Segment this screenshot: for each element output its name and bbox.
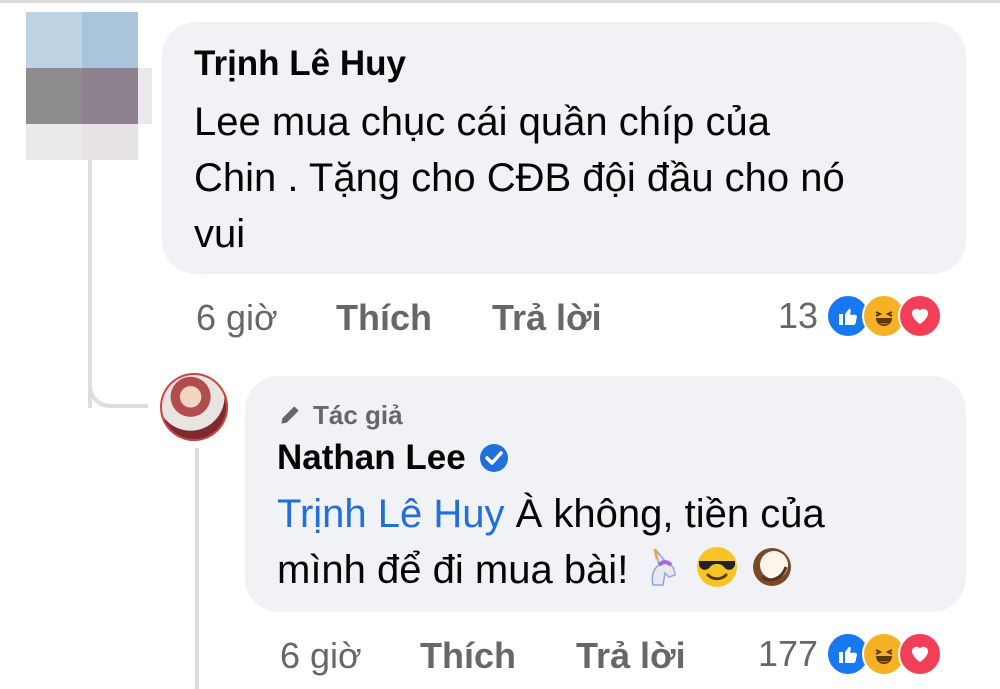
coconut-emoji bbox=[752, 548, 791, 586]
comment-text-segment: mình để đi mua bài! bbox=[277, 548, 629, 592]
comment-text-segment: À không, tiền của bbox=[504, 492, 825, 536]
reaction-summary[interactable]: 177 bbox=[758, 632, 943, 676]
author-badge: Tác giả bbox=[277, 398, 934, 432]
pen-icon bbox=[281, 406, 299, 424]
comment-text-line: Trịnh Lê Huy À không, tiền của bbox=[277, 486, 934, 542]
love-icon bbox=[898, 294, 943, 338]
reply-button[interactable]: Trả lời bbox=[576, 634, 686, 678]
reaction-count: 177 bbox=[758, 633, 819, 674]
reaction-count: 13 bbox=[778, 295, 819, 336]
reply-bubble: Tác giả Nathan Lee Trịnh Lê Huy À không,… bbox=[245, 376, 966, 612]
reaction-summary[interactable]: 13 bbox=[778, 294, 943, 338]
comment-text: Trịnh Lê Huy À không, tiền của mình để đ… bbox=[277, 486, 934, 598]
comment-text: Lee mua chục cái quần chíp của Chin . Tặ… bbox=[194, 94, 934, 262]
thread-curve bbox=[88, 360, 148, 408]
like-button[interactable]: Thích bbox=[420, 634, 516, 678]
top-border bbox=[0, 0, 1000, 3]
comment-text-line: vui bbox=[194, 212, 246, 256]
name-row: Nathan Lee bbox=[277, 436, 934, 480]
comment-text-line: Chin . Tặng cho CĐB đội đầu cho nó bbox=[194, 156, 845, 200]
author-name[interactable]: Trịnh Lê Huy bbox=[194, 42, 934, 86]
reply-button[interactable]: Trả lời bbox=[492, 296, 602, 340]
sunglasses-emoji bbox=[696, 547, 737, 587]
avatar-commenter[interactable] bbox=[26, 12, 152, 160]
timestamp[interactable]: 6 giờ bbox=[280, 634, 362, 678]
avatar-author[interactable] bbox=[160, 373, 228, 441]
author-name[interactable]: Nathan Lee bbox=[277, 436, 466, 480]
love-icon bbox=[898, 632, 943, 676]
unicorn-emoji bbox=[651, 548, 677, 586]
mention-link[interactable]: Trịnh Lê Huy bbox=[277, 492, 505, 536]
like-button[interactable]: Thích bbox=[336, 296, 432, 340]
comment-bubble: Trịnh Lê Huy Lee mua chục cái quần chíp … bbox=[162, 22, 966, 274]
timestamp[interactable]: 6 giờ bbox=[196, 296, 278, 340]
comment-text-line: mình để đi mua bài! bbox=[277, 542, 934, 598]
comment-text-line: Lee mua chục cái quần chíp của bbox=[194, 100, 770, 144]
verified-icon bbox=[479, 444, 508, 472]
author-badge-label: Tác giả bbox=[313, 400, 403, 430]
